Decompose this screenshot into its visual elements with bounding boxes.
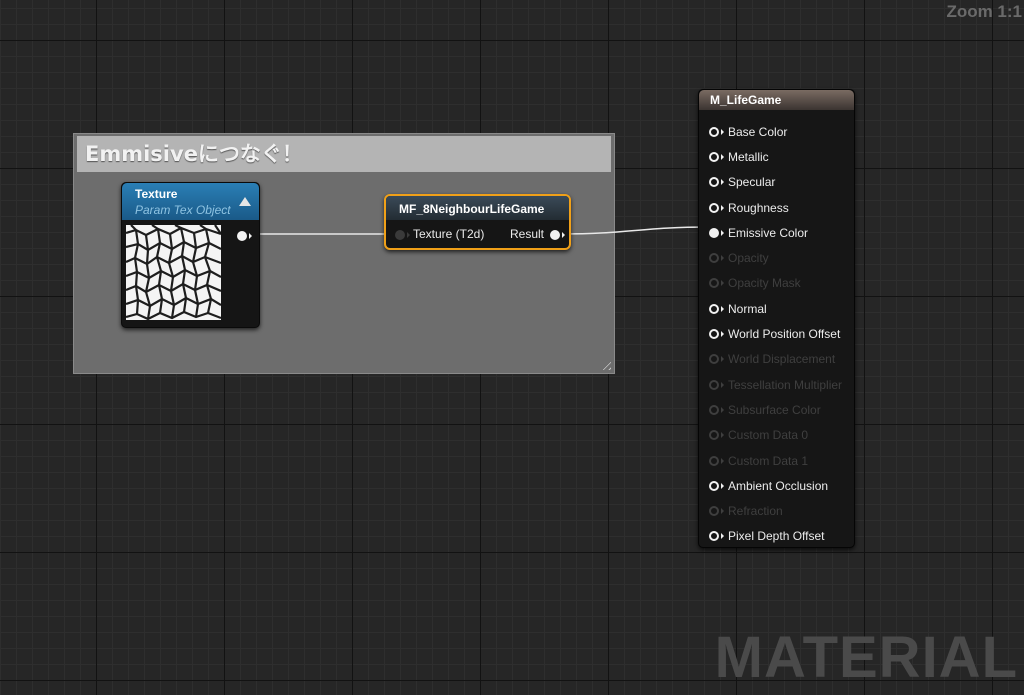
- input-pin-icon: [709, 379, 724, 390]
- input-pin-icon[interactable]: [709, 303, 724, 314]
- resize-grip-icon[interactable]: [599, 358, 611, 370]
- material-input-pin-row[interactable]: World Position Offset: [699, 321, 854, 346]
- texture-node[interactable]: Texture Param Tex Object: [121, 182, 260, 328]
- material-node-title: M_LifeGame: [699, 90, 854, 110]
- input-pin-icon: [709, 404, 724, 415]
- texture-preview-thumbnail: [126, 225, 221, 320]
- material-input-pin-row: Tessellation Multiplier: [699, 372, 854, 397]
- zoom-indicator: Zoom 1:1: [946, 2, 1022, 21]
- material-input-pin-row: Subsurface Color: [699, 397, 854, 422]
- material-input-label: World Position Offset: [728, 327, 841, 342]
- material-input-label: Metallic: [728, 149, 769, 164]
- material-input-pin-row[interactable]: Pixel Depth Offset: [699, 524, 854, 549]
- input-pin-icon: [709, 278, 724, 289]
- material-input-label: Subsurface Color: [728, 402, 821, 417]
- material-input-label: World Displacement: [728, 352, 836, 367]
- texture-node-header[interactable]: Texture Param Tex Object: [122, 183, 259, 220]
- function-input-pin[interactable]: [395, 229, 410, 240]
- material-input-pin-row: Opacity: [699, 245, 854, 270]
- material-input-pin-row[interactable]: Normal: [699, 296, 854, 321]
- function-output-label: Result: [509, 227, 544, 241]
- function-input-label: Texture (T2d): [413, 227, 485, 241]
- material-input-label: Base Color: [728, 124, 788, 139]
- comment-title[interactable]: Emmisiveにつなぐ！: [77, 136, 611, 172]
- input-pin-icon[interactable]: [709, 177, 724, 188]
- material-input-pin-row: Refraction: [699, 498, 854, 523]
- material-input-label: Tessellation Multiplier: [728, 377, 843, 392]
- material-input-label: Refraction: [728, 504, 783, 519]
- input-pin-icon: [709, 253, 724, 264]
- input-pin-icon[interactable]: [709, 202, 724, 213]
- material-input-pin-row[interactable]: Roughness: [699, 195, 854, 220]
- material-input-label: Custom Data 1: [728, 453, 809, 468]
- collapse-arrow-icon[interactable]: [239, 197, 251, 206]
- input-pin-icon[interactable]: [709, 227, 724, 238]
- material-input-label: Normal: [728, 301, 767, 316]
- material-watermark: MATERIAL: [714, 625, 1018, 690]
- material-input-pin-row: Opacity Mask: [699, 271, 854, 296]
- material-input-pin-row: Custom Data 1: [699, 448, 854, 473]
- input-pin-icon: [709, 430, 724, 441]
- input-pin-icon: [709, 455, 724, 466]
- material-input-pin-row[interactable]: Ambient Occlusion: [699, 473, 854, 498]
- texture-output-pin[interactable]: [237, 231, 252, 241]
- material-input-pin-row[interactable]: Specular: [699, 170, 854, 195]
- material-input-label: Opacity Mask: [728, 276, 801, 291]
- input-pin-icon[interactable]: [709, 126, 724, 137]
- material-input-label: Roughness: [728, 200, 789, 215]
- material-input-pin-row[interactable]: Emissive Color: [699, 220, 854, 245]
- input-pin-icon: [709, 506, 724, 517]
- function-node-title: MF_8NeighbourLifeGame: [386, 196, 569, 220]
- material-input-label: Specular: [728, 175, 776, 190]
- material-result-node[interactable]: M_LifeGame Base Color Metallic Specular Rou…: [698, 89, 855, 548]
- material-input-label: Emissive Color: [728, 225, 809, 240]
- material-input-label: Pixel Depth Offset: [728, 529, 825, 544]
- material-input-label: Custom Data 0: [728, 428, 809, 443]
- input-pin-icon[interactable]: [709, 329, 724, 340]
- material-input-pin-row[interactable]: Base Color: [699, 119, 854, 144]
- input-pin-icon: [709, 354, 724, 365]
- material-input-pin-row[interactable]: Metallic: [699, 144, 854, 169]
- material-input-label: Opacity: [728, 251, 769, 266]
- material-input-pin-row: Custom Data 0: [699, 423, 854, 448]
- function-node[interactable]: MF_8NeighbourLifeGame Texture (T2d) Resu…: [384, 194, 571, 250]
- function-output-pin[interactable]: [550, 229, 565, 240]
- material-input-pin-row: World Displacement: [699, 347, 854, 372]
- input-pin-icon[interactable]: [709, 480, 724, 491]
- material-input-label: Ambient Occlusion: [728, 478, 829, 493]
- input-pin-icon[interactable]: [709, 151, 724, 162]
- input-pin-icon[interactable]: [709, 531, 724, 542]
- material-pin-list: Base Color Metallic Specular Roughness Emiss…: [699, 119, 854, 549]
